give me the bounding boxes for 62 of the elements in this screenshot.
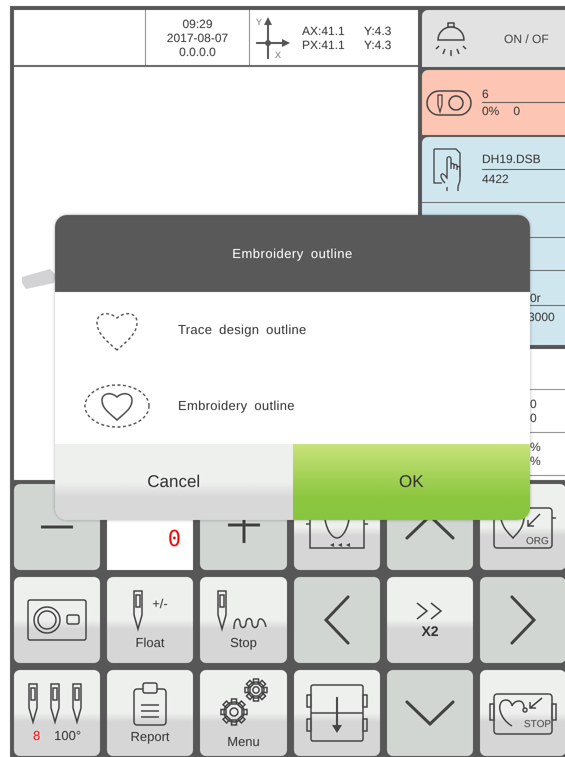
left-chevron-icon	[323, 594, 351, 646]
badge-text: ORG	[526, 535, 549, 549]
progress-percent-text: 0%	[482, 104, 500, 118]
stat-text: 0	[530, 411, 538, 425]
keypad-button[interactable]	[294, 670, 380, 756]
keypad-button[interactable]: Stop	[200, 577, 287, 663]
keypad-button[interactable]: X2	[387, 577, 473, 663]
lamp-button[interactable]: ON / OF	[422, 10, 565, 67]
minus-icon	[39, 524, 75, 530]
frame-down-icon	[305, 683, 369, 743]
design-preview-drawing	[20, 267, 58, 291]
keypad-button[interactable]: Menu	[200, 670, 287, 756]
right-chevron-icon	[509, 594, 537, 646]
keypad-button[interactable]: 8 100°	[14, 670, 100, 756]
keypad-button[interactable]	[387, 670, 473, 756]
badge-text: STOP	[524, 718, 552, 732]
needle-plate-icon	[426, 90, 472, 116]
axis-label: X	[275, 50, 282, 60]
ok-button[interactable]: OK	[292, 444, 530, 520]
button-label: Report	[130, 729, 170, 745]
version-text: 0.0.0.0	[179, 44, 216, 58]
speed-text: 3000	[528, 310, 555, 324]
stitch-text: 0	[513, 104, 520, 118]
keypad-button[interactable]: Report	[107, 670, 193, 756]
keypad-button[interactable]: +/- Float	[107, 577, 193, 663]
needle-count-text: 8	[32, 728, 40, 744]
button-label: 100°	[54, 728, 82, 744]
keypad-button[interactable]	[294, 577, 380, 663]
coordinate-text: PX:41.1	[302, 38, 346, 52]
camera-icon	[27, 598, 87, 642]
dialog-option[interactable]: Trace design outline	[55, 292, 530, 368]
clock-time: 09:29	[182, 16, 213, 30]
dialog-option[interactable]: Embroidery outline	[55, 368, 530, 444]
heart-dashed-oval-icon	[82, 382, 152, 430]
color-count-text: 6	[482, 87, 490, 101]
needle-panel[interactable]: 6 0% 0	[422, 70, 565, 135]
keypad-button[interactable]: STOP	[480, 670, 565, 756]
keypad-button[interactable]	[480, 577, 565, 663]
button-label: Stop	[230, 635, 257, 651]
keypad-button[interactable]	[14, 577, 100, 663]
axis-label: Y	[256, 16, 262, 26]
speed-text: 0r	[530, 291, 541, 305]
clipboard-icon	[132, 681, 168, 727]
coordinate-text: Y:4.3	[364, 24, 392, 38]
coordinate-text: AX:41.1	[302, 24, 346, 38]
cancel-button[interactable]: Cancel	[55, 444, 292, 520]
date-text: 2017-08-07	[166, 30, 228, 44]
dialog-title: Embroidery outline	[232, 244, 353, 263]
double-chevron-icon	[415, 601, 445, 621]
file-name-text: DH19.DSB	[482, 152, 542, 167]
button-label: Menu	[227, 734, 260, 750]
stat-text: %	[530, 454, 542, 468]
axes-icon	[254, 14, 292, 60]
coordinate-text: Y:4.3	[364, 38, 392, 52]
stitch-count-text: 4422	[482, 169, 565, 187]
lamp-icon	[434, 20, 468, 58]
stat-text: 0	[530, 397, 538, 411]
down-chevron-icon	[404, 699, 456, 727]
button-label: X2	[421, 623, 439, 639]
plus-minus-text: +/-	[152, 595, 168, 614]
stat-text: %	[530, 440, 542, 454]
button-label: Float	[136, 635, 164, 651]
